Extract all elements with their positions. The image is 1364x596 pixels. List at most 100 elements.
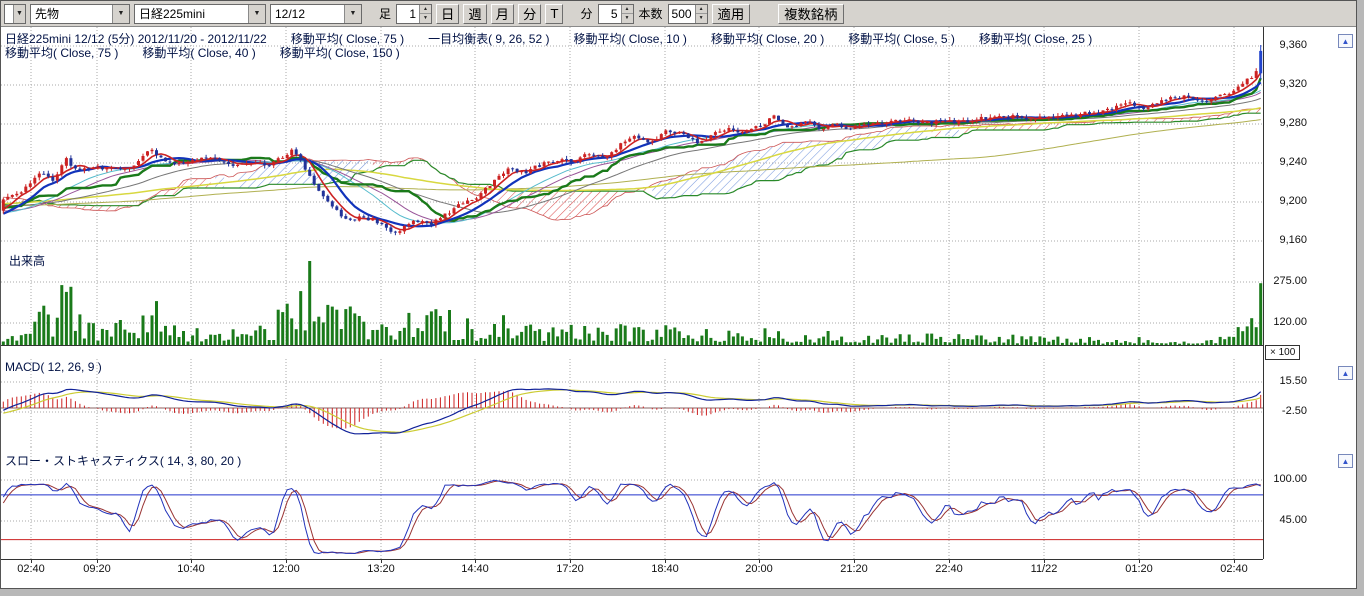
time-axis-label: 20:00 (731, 563, 787, 575)
ashi-stepper[interactable]: 1 ▲▼ (396, 4, 432, 24)
contract-date-select[interactable]: 12/12 ▼ (270, 4, 362, 24)
toolbar: ▼ 先物 ▼ 日経225mini ▼ 12/12 ▼ 足 1 ▲▼ 日 週 月 … (1, 1, 1356, 27)
time-axis-tick (286, 559, 287, 563)
legend-item: 移動平均( Close, 150 ) (280, 44, 400, 61)
time-axis-label: 22:40 (921, 563, 977, 575)
macd-chart-plot[interactable] (1, 359, 1263, 447)
stoch-scroll-up-button[interactable]: ▲ (1338, 454, 1353, 468)
spin-up-icon[interactable]: ▲ (622, 5, 633, 15)
time-axis-label: 02:40 (3, 563, 59, 575)
chart-app-window: ▼ 先物 ▼ 日経225mini ▼ 12/12 ▼ 足 1 ▲▼ 日 週 月 … (0, 0, 1357, 589)
spin-up-icon[interactable]: ▲ (696, 5, 707, 15)
price-axis-label: 9,200 (1265, 195, 1307, 207)
period-month-button[interactable]: 月 (491, 4, 514, 24)
minute-value: 5 (599, 5, 621, 23)
spin-down-icon[interactable]: ▼ (696, 14, 707, 23)
chevron-down-icon: ▼ (344, 5, 361, 23)
macd-axis-label: -2.50 (1265, 405, 1307, 417)
multi-symbol-button[interactable]: 複数銘柄 (778, 4, 843, 24)
time-axis-tick (1044, 559, 1045, 563)
time-axis-label: 12:00 (258, 563, 314, 575)
bars-stepper[interactable]: 500 ▲▼ (668, 4, 708, 24)
stoch-panel-label: スロー・ストキャスティクス( 14, 3, 80, 20 ) (5, 452, 241, 469)
bars-label: 本数 (638, 5, 664, 22)
time-axis-tick (475, 559, 476, 563)
ashi-value: 1 (397, 5, 419, 23)
legend-item: 移動平均( Close, 10 ) (573, 30, 686, 47)
chart-menu-dropdown[interactable]: ▼ (4, 4, 26, 24)
time-axis-tick (97, 559, 98, 563)
legend-item: 移動平均( Close, 25 ) (979, 30, 1092, 47)
minute-label: 分 (579, 5, 593, 22)
time-axis-tick (31, 559, 32, 563)
price-axis-label: 9,240 (1265, 156, 1307, 168)
price-axis-label: 9,280 (1265, 117, 1307, 129)
spin-down-icon[interactable]: ▼ (622, 14, 633, 23)
bars-value: 500 (669, 5, 695, 23)
price-scroll-up-button[interactable]: ▲ (1338, 34, 1353, 48)
time-axis-label: 14:40 (447, 563, 503, 575)
legend-item: 移動平均( Close, 40 ) (142, 44, 255, 61)
volume-axis-label: 120.00 (1265, 316, 1307, 328)
symbol-value: 日経225mini (135, 5, 248, 23)
time-axis-tick (1139, 559, 1140, 563)
chevron-down-icon: ▼ (248, 5, 265, 23)
legend-line-2: 移動平均( Close, 75 ) 移動平均( Close, 40 ) 移動平均( … (5, 44, 400, 61)
stoch-axis-label: 45.00 (1265, 514, 1307, 526)
spinner-arrows[interactable]: ▲▼ (419, 5, 431, 23)
volume-axis-label: 275.00 (1265, 275, 1307, 287)
time-axis-tick (759, 559, 760, 563)
period-week-button[interactable]: 週 (463, 4, 486, 24)
legend-item: 移動平均( Close, 75 ) (5, 44, 118, 61)
volume-unit-badge: × 100 (1265, 345, 1300, 360)
time-axis-tick (854, 559, 855, 563)
chart-area: 日経225mini 12/12 (5分) 2012/11/20 - 2012/1… (1, 1, 1356, 588)
chevron-down-icon: ▼ (112, 5, 129, 23)
macd-scroll-up-button[interactable]: ▲ (1338, 366, 1353, 380)
time-axis-tick (191, 559, 192, 563)
time-axis-tick (570, 559, 571, 563)
period-day-button[interactable]: 日 (436, 4, 459, 24)
legend-item: 一目均衡表( 9, 26, 52 ) (428, 30, 549, 47)
chart-menu-value (5, 5, 13, 23)
time-axis-label: 17:20 (542, 563, 598, 575)
time-axis-label: 02:40 (1206, 563, 1262, 575)
ashi-label: 足 (378, 5, 392, 22)
time-axis-tick (949, 559, 950, 563)
spin-down-icon[interactable]: ▼ (420, 14, 431, 23)
time-axis-tick (1234, 559, 1235, 563)
volume-panel-label: 出来高 (9, 252, 45, 269)
spinner-arrows[interactable]: ▲▼ (695, 5, 707, 23)
period-tick-button[interactable]: T (545, 4, 563, 24)
price-axis-label: 9,160 (1265, 234, 1307, 246)
contract-date-value: 12/12 (271, 5, 344, 23)
time-axis-label: 13:20 (353, 563, 409, 575)
time-axis-label: 11/22 (1016, 563, 1072, 575)
price-axis-label: 9,360 (1265, 39, 1307, 51)
macd-panel-label: MACD( 12, 26, 9 ) (5, 360, 102, 374)
symbol-select[interactable]: 日経225mini ▼ (134, 4, 266, 24)
price-chart-plot[interactable] (1, 27, 1263, 259)
period-minute-button[interactable]: 分 (518, 4, 541, 24)
macd-axis-label: 15.50 (1265, 375, 1307, 387)
time-axis-label: 21:20 (826, 563, 882, 575)
time-axis-label: 18:40 (637, 563, 693, 575)
legend-item: 移動平均( Close, 20 ) (711, 30, 824, 47)
apply-button[interactable]: 適用 (712, 4, 751, 24)
volume-baseline (1, 345, 1263, 346)
instrument-type-select[interactable]: 先物 ▼ (30, 4, 130, 24)
time-axis-tick (381, 559, 382, 563)
legend-item: 移動平均( Close, 5 ) (848, 30, 955, 47)
time-axis-label: 01:20 (1111, 563, 1167, 575)
right-axis-line (1263, 27, 1264, 559)
time-axis-tick (665, 559, 666, 563)
time-axis-label: 10:40 (163, 563, 219, 575)
minute-stepper[interactable]: 5 ▲▼ (598, 4, 634, 24)
volume-chart-plot[interactable] (1, 259, 1263, 345)
spinner-arrows[interactable]: ▲▼ (621, 5, 633, 23)
spin-up-icon[interactable]: ▲ (420, 5, 431, 15)
time-axis-label: 09:20 (69, 563, 125, 575)
stoch-axis-label: 100.00 (1265, 473, 1307, 485)
price-axis-label: 9,320 (1265, 78, 1307, 90)
chevron-down-icon: ▼ (13, 5, 25, 23)
